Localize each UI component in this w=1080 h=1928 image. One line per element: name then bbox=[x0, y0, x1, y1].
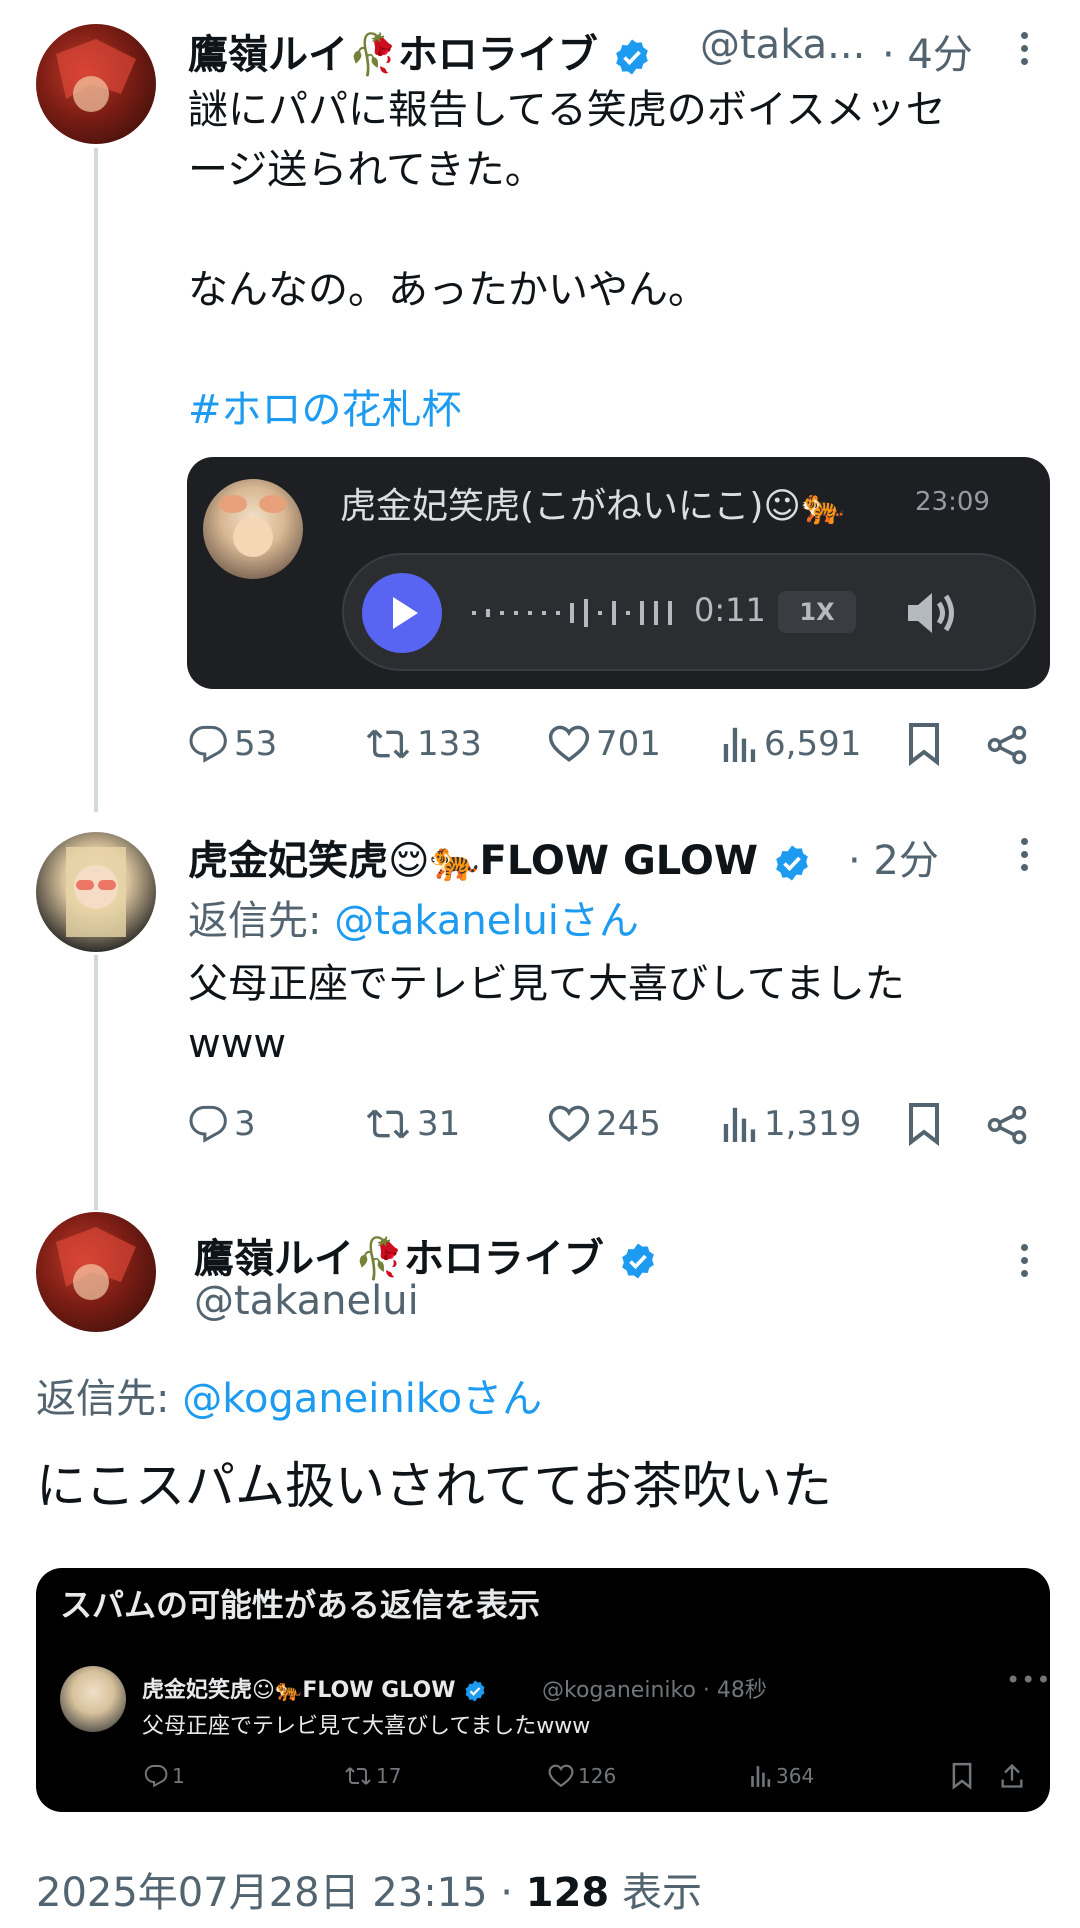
rose-icon: 🥀 bbox=[354, 1236, 404, 1282]
embed-retweets: 17 bbox=[344, 1764, 401, 1788]
tweet-text: 謎にパパに報告してる笑虎のボイスメッセ ージ送られてきた。 bbox=[188, 87, 946, 193]
embed-text: 父母正座でテレビ見て大喜びしてましたwww bbox=[142, 1714, 591, 1739]
voice-waveform bbox=[472, 599, 672, 627]
views-button[interactable]: 6,591 bbox=[722, 724, 861, 764]
heart-icon bbox=[548, 725, 590, 762]
voice-sender-avatar bbox=[203, 479, 303, 579]
avatar[interactable] bbox=[36, 832, 156, 952]
share-icon[interactable] bbox=[986, 1104, 1028, 1146]
embed-views: 364 bbox=[750, 1764, 814, 1788]
voice-message-card: 虎金妃笑虎(こがねいにこ)☺🐅 23:09 0:11 1X bbox=[187, 457, 1050, 689]
retweet-button[interactable]: 31 bbox=[365, 1104, 460, 1144]
tweet-text: にこスパム扱いされててお茶吹いた bbox=[36, 1457, 832, 1515]
embed-more-icon: ••• bbox=[1006, 1666, 1050, 1694]
hashtag-link[interactable]: #ホロの花札杯 bbox=[188, 380, 462, 440]
tweet-time[interactable]: · 4分 bbox=[882, 22, 973, 80]
embed-replies: 1 bbox=[144, 1764, 185, 1788]
retweet-icon bbox=[345, 1767, 371, 1785]
voice-player: 0:11 1X bbox=[342, 553, 1036, 671]
embed-avatar bbox=[60, 1666, 126, 1732]
reply-icon bbox=[189, 725, 227, 763]
retweet-icon bbox=[366, 729, 410, 759]
thread-line bbox=[94, 955, 98, 1210]
verified-badge-icon bbox=[465, 1680, 485, 1702]
heart-icon bbox=[548, 1764, 574, 1788]
tweet-time[interactable]: · 2分 bbox=[848, 828, 939, 886]
reply-to-line: 返信先: @koganeinikoさん bbox=[36, 1376, 543, 1422]
bookmark-icon[interactable] bbox=[908, 722, 940, 766]
play-icon bbox=[393, 597, 418, 629]
like-button[interactable]: 245 bbox=[548, 1104, 661, 1144]
embed-author-name: 虎金妃笑虎☺🐅FLOW GLOW bbox=[142, 1672, 487, 1704]
views-count: 128 bbox=[525, 1870, 610, 1916]
tweet-text-2: なんなの。あったかいやん。 bbox=[188, 267, 708, 313]
spam-header: スパムの可能性がある返信を表示 bbox=[60, 1586, 541, 1624]
tweet-text: 父母正座でテレビ見て大喜びしてました www bbox=[188, 961, 905, 1067]
share-icon[interactable] bbox=[986, 724, 1028, 766]
author-handle[interactable]: @takanelui bbox=[194, 1278, 419, 1324]
author-handle[interactable]: @taka... bbox=[700, 22, 865, 68]
avatar[interactable] bbox=[36, 24, 156, 144]
more-options-icon[interactable] bbox=[1021, 838, 1031, 877]
like-button[interactable]: 701 bbox=[548, 724, 661, 764]
playback-speed-button[interactable]: 1X bbox=[778, 591, 856, 633]
heart-icon bbox=[548, 1105, 590, 1142]
reply-to-link[interactable]: @takaneluiさん bbox=[334, 898, 639, 944]
embed-handle-time: @koganeiniko · 48秒 bbox=[542, 1678, 767, 1703]
avatar[interactable] bbox=[36, 1212, 156, 1332]
bookmark-icon[interactable] bbox=[908, 1102, 940, 1146]
more-options-icon[interactable] bbox=[1021, 1244, 1031, 1283]
views-icon bbox=[723, 1107, 756, 1142]
author-name[interactable]: 鷹嶺ルイ🥀ホロライブ bbox=[194, 1226, 658, 1284]
verified-badge-icon bbox=[776, 845, 808, 881]
voice-time: 23:09 bbox=[915, 487, 990, 517]
embedded-image[interactable]: スパムの可能性がある返信を表示 虎金妃笑虎☺🐅FLOW GLOW @kogane… bbox=[36, 1568, 1050, 1812]
reply-to-line: 返信先: @takaneluiさん bbox=[188, 898, 639, 944]
reply-button[interactable]: 3 bbox=[188, 1104, 256, 1144]
volume-icon[interactable] bbox=[904, 587, 960, 639]
voice-sender-name: 虎金妃笑虎(こがねいにこ)☺🐅 bbox=[340, 486, 846, 527]
retweet-button[interactable]: 133 bbox=[365, 724, 482, 764]
embed-likes: 126 bbox=[548, 1764, 616, 1788]
author-name[interactable]: 虎金妃笑虎😌🐅FLOW GLOW bbox=[188, 828, 812, 886]
views-icon bbox=[751, 1766, 771, 1787]
embed-bookmark-icon bbox=[952, 1762, 972, 1790]
reply-to-link[interactable]: @koganeinikoさん bbox=[182, 1376, 542, 1422]
thread-line bbox=[94, 148, 98, 812]
views-icon bbox=[723, 727, 756, 762]
embed-share-icon bbox=[1001, 1763, 1023, 1788]
play-button[interactable] bbox=[362, 573, 442, 653]
author-name[interactable]: 鷹嶺ルイ🥀ホロライブ bbox=[188, 22, 652, 80]
voice-duration: 0:11 bbox=[694, 591, 766, 629]
rose-icon: 🥀 bbox=[348, 32, 398, 78]
tweet-timestamp: 2025年07月28日 23:15 · 128 表示 bbox=[36, 1870, 702, 1916]
retweet-icon bbox=[366, 1109, 410, 1139]
more-options-icon[interactable] bbox=[1021, 32, 1031, 71]
views-button[interactable]: 1,319 bbox=[722, 1104, 861, 1144]
verified-badge-icon bbox=[615, 39, 648, 75]
reply-icon bbox=[189, 1105, 227, 1143]
reply-icon bbox=[144, 1765, 168, 1788]
verified-badge-icon bbox=[621, 1243, 654, 1279]
reply-button[interactable]: 53 bbox=[188, 724, 277, 764]
